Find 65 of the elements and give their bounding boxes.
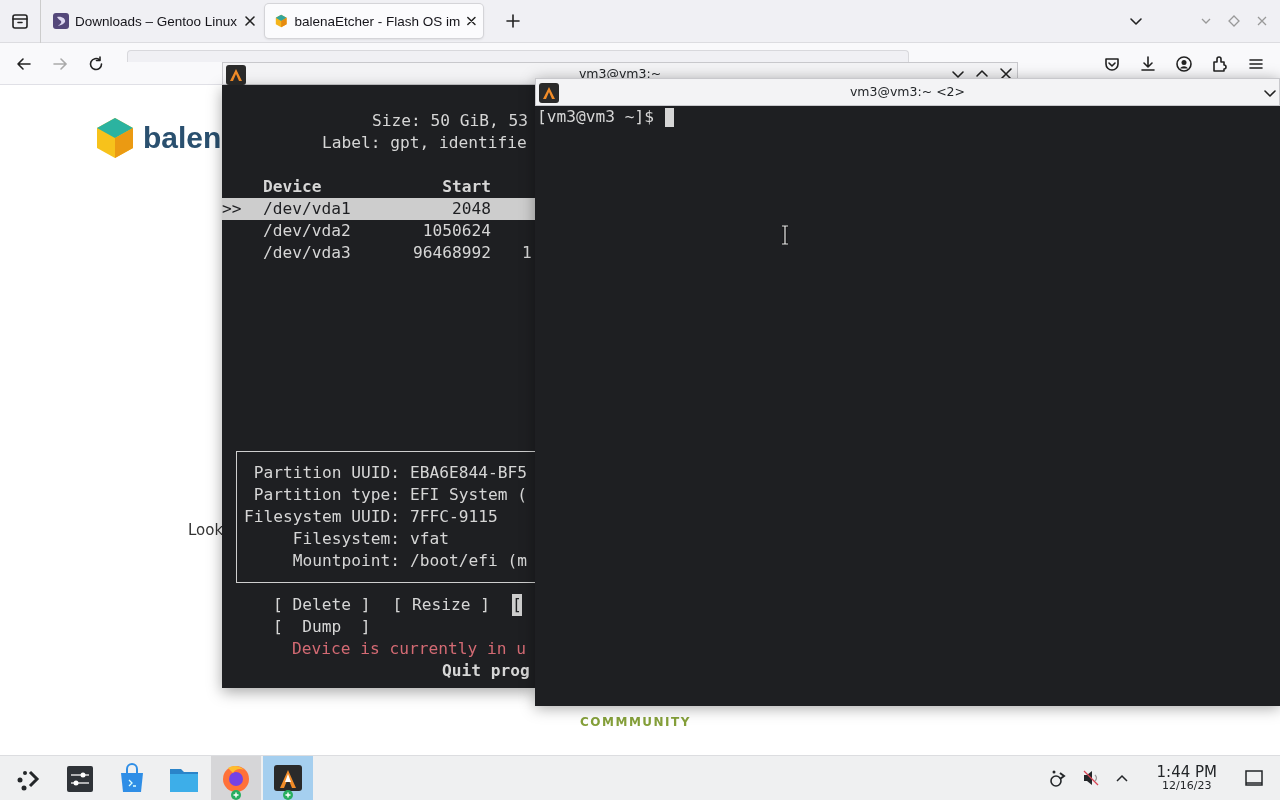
new-tab-icon[interactable] — [505, 13, 521, 29]
column-header: Start — [441, 176, 491, 198]
terminal-app-icon — [272, 762, 304, 794]
device-cell-text: /dev/vda1 — [263, 198, 352, 220]
device-cell-text: /dev/vda3 — [263, 242, 352, 264]
favicon-icon — [53, 13, 69, 29]
terminal-text: Label: gpt, identifie — [322, 132, 528, 154]
menu-action[interactable]: [ Dump ] — [273, 616, 371, 638]
start-cell-text: 2048 — [451, 198, 491, 220]
detail-value: EBA6E844-BF5 — [410, 462, 527, 484]
show-desktop-icon[interactable] — [1244, 768, 1264, 788]
menu-action[interactable]: [ Resize ] — [392, 594, 490, 616]
running-badge-icon — [231, 790, 241, 800]
detail-value: 7FFC-9115 — [410, 506, 498, 528]
detail-value: vfat — [410, 528, 449, 550]
hint-text: Quit prog — [442, 660, 531, 682]
link-text[interactable]: Look — [188, 521, 224, 539]
menu-action[interactable]: [ — [511, 594, 522, 616]
section-label: COMMMUNITY — [580, 715, 691, 729]
close-icon[interactable] — [999, 67, 1013, 81]
start-cell-text: 96468992 — [412, 242, 491, 264]
start-cell-text: 1050624 — [421, 220, 491, 242]
menu-action[interactable]: [ Delete ] — [273, 594, 371, 616]
clock-time: 1:44 PM — [1156, 765, 1217, 780]
favicon-icon — [274, 13, 289, 29]
download-icon[interactable] — [1139, 54, 1157, 73]
partition-row[interactable]: /dev/vda3 96468992 1 — [222, 242, 535, 264]
detail-value: EFI System ( — [410, 484, 527, 506]
window-title: vm3@vm3:~ — [578, 65, 662, 83]
selection-marker: >> — [222, 198, 243, 220]
table-cell: 1 — [522, 242, 532, 264]
device-cell-text: /dev/vda2 — [263, 220, 352, 242]
partition-row[interactable]: /dev/vda2 1050624 — [222, 220, 535, 242]
warning-text: Device is currently in u — [292, 638, 527, 660]
browser-tab[interactable]: balenaEtcher - Flash OS im — [265, 4, 483, 38]
brand-name: balen — [143, 121, 222, 155]
taskbar-app[interactable] — [263, 756, 313, 800]
browser-tab[interactable]: Downloads – Gentoo Linux — [44, 4, 262, 38]
close-icon[interactable] — [244, 15, 256, 27]
detail-label: Filesystem UUID: — [243, 506, 400, 528]
shell-prompt: [vm3@vm3 ~]$ — [537, 106, 654, 128]
network-icon[interactable] — [1047, 768, 1068, 788]
detail-label: Filesystem: — [291, 528, 400, 550]
detail-label: Partition UUID: — [252, 462, 400, 484]
mouse-cursor-icon — [780, 225, 790, 245]
reload-icon[interactable] — [87, 54, 105, 73]
text-cursor — [664, 107, 674, 127]
tab-title: balenaEtcher - Flash OS im — [294, 13, 461, 29]
partition-row[interactable]: >> /dev/vda1 2048 — [222, 198, 535, 220]
close-icon[interactable] — [466, 15, 477, 27]
column-header: Device — [263, 176, 323, 198]
terminal-text: Size: 50 GiB, 53 — [372, 110, 529, 132]
detail-label: Mountpoint: — [291, 550, 400, 572]
detail-label: Partition type: — [252, 484, 400, 506]
detail-value: /boot/efi (m — [410, 550, 527, 572]
puzzle-icon[interactable] — [1211, 54, 1229, 73]
account-icon[interactable] — [1175, 54, 1193, 73]
tab-title: Downloads – Gentoo Linux — [75, 13, 238, 29]
clock-date: 12/16/23 — [1162, 780, 1212, 791]
clock[interactable]: 1:44 PM 12/16/23 — [1142, 765, 1231, 791]
window-title: vm3@vm3:~ <2> — [849, 83, 966, 101]
cube-logo-icon — [95, 116, 135, 160]
tab-list-icon[interactable] — [11, 12, 29, 30]
terminal-app-icon — [539, 83, 559, 103]
running-badge-icon — [283, 790, 293, 800]
